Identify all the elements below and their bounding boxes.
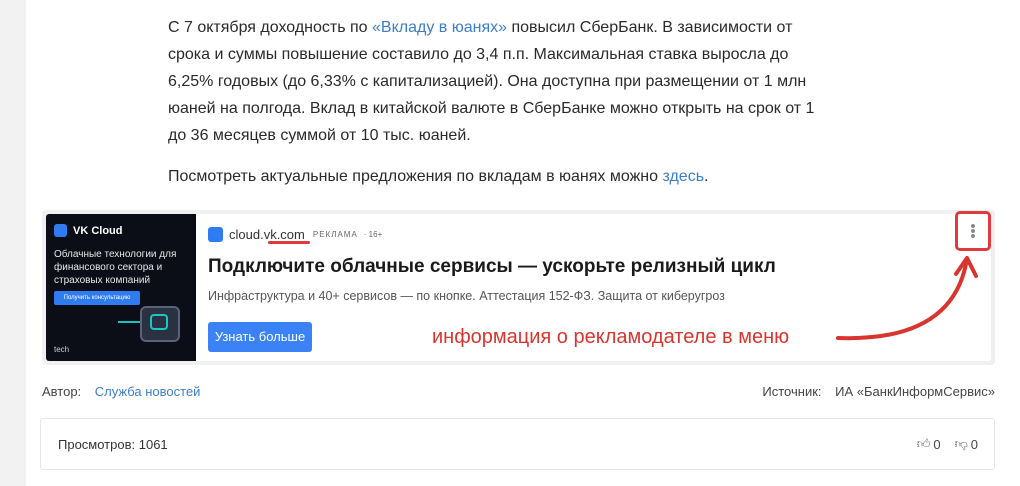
ad-source-domain[interactable]: cloud.vk.com — [229, 227, 305, 242]
text-segment: . — [704, 168, 709, 185]
vk-cloud-icon — [208, 227, 223, 242]
ad-description: Инфраструктура и 40+ сервисов — по кнопк… — [208, 289, 725, 303]
author-label: Автор: — [42, 384, 82, 399]
stats-box: Просмотров: 1061 👍︎ 0 👎︎ 0 — [40, 418, 995, 470]
article-body: С 7 октября доходность по «Вкладу в юаня… — [168, 14, 868, 204]
article-line-6: Посмотреть актуальные предложения по вкл… — [168, 163, 868, 190]
ad-label-underline-annotation — [268, 241, 310, 244]
ad-menu-button[interactable]: • • • — [955, 211, 991, 251]
article-line-1: С 7 октября доходность по «Вкладу в юаня… — [168, 14, 868, 41]
learn-more-button[interactable]: Узнать больше — [208, 322, 312, 352]
text-segment: повысил СберБанк. В зависимости от — [507, 19, 793, 36]
ad-source: cloud.vk.com РЕКЛАМА · 16+ — [208, 227, 382, 242]
author-info: Автор: Служба новостей — [42, 384, 200, 399]
thumbs-down-icon: 👎︎ — [954, 436, 968, 451]
dislike-count: 0 — [970, 436, 978, 452]
thumbs-up-icon: 👍︎ — [916, 436, 931, 451]
ad-banner-image[interactable]: VK Cloud Облачные технологии для финансо… — [46, 214, 196, 361]
source-info: Источник: ИА «БанкИнформСервис» — [762, 384, 995, 399]
left-gutter — [0, 0, 26, 486]
banner-brand: VK Cloud — [73, 224, 123, 237]
text-segment: С 7 октября доходность по — [168, 19, 373, 36]
banner-tech-label: tech — [54, 345, 70, 354]
source-name: ИА «БанкИнформСервис» — [835, 384, 995, 399]
article-paragraph-1: С 7 октября доходность по «Вкладу в юаня… — [168, 14, 868, 149]
article-line-3: 6,25% годовых (до 6,33% с капитализацией… — [168, 73, 807, 90]
article-line-5: до 36 месяцев суммой от 10 тыс. юаней. — [168, 127, 471, 144]
banner-glow-graphic — [150, 314, 168, 330]
ad-label: РЕКЛАМА — [312, 230, 358, 239]
author-link[interactable]: Служба новостей — [95, 384, 201, 399]
offers-here-link[interactable]: здесь — [662, 168, 704, 185]
vk-cloud-logo-icon — [54, 224, 67, 237]
like-button[interactable]: 👍︎ 0 — [917, 436, 941, 452]
banner-button: Получить консультацию — [54, 291, 140, 305]
annotation-text: информация о рекламодателе в меню — [432, 326, 790, 348]
banner-text: Облачные технологии для финансового сект… — [54, 249, 177, 286]
views-count: Просмотров: 1061 — [58, 437, 168, 452]
article-line-4: юаней на полгода. Вклад в китайской валю… — [168, 100, 815, 117]
article-paragraph-2: Посмотреть актуальные предложения по вкл… — [168, 163, 868, 190]
votes: 👍︎ 0 👎︎ 0 — [917, 436, 978, 452]
ad-title[interactable]: Подключите облачные сервисы — ускорьте р… — [208, 256, 776, 278]
more-vertical-icon: • • • — [970, 217, 976, 245]
deposit-yuan-link[interactable]: «Вкладу в юанях» — [372, 19, 507, 36]
ad-age-rating: · 16+ — [363, 230, 383, 239]
annotation-arrow — [836, 256, 978, 341]
article-line-2: срока и суммы повышение составило до 3,4… — [168, 46, 789, 63]
banner-arrow-graphic — [118, 321, 140, 323]
text-segment: Посмотреть актуальные предложения по вкл… — [168, 168, 663, 185]
like-count: 0 — [933, 436, 941, 452]
banner-logo: VK Cloud — [54, 224, 123, 237]
dislike-button[interactable]: 👎︎ 0 — [955, 436, 978, 452]
source-label: Источник: — [762, 384, 822, 399]
